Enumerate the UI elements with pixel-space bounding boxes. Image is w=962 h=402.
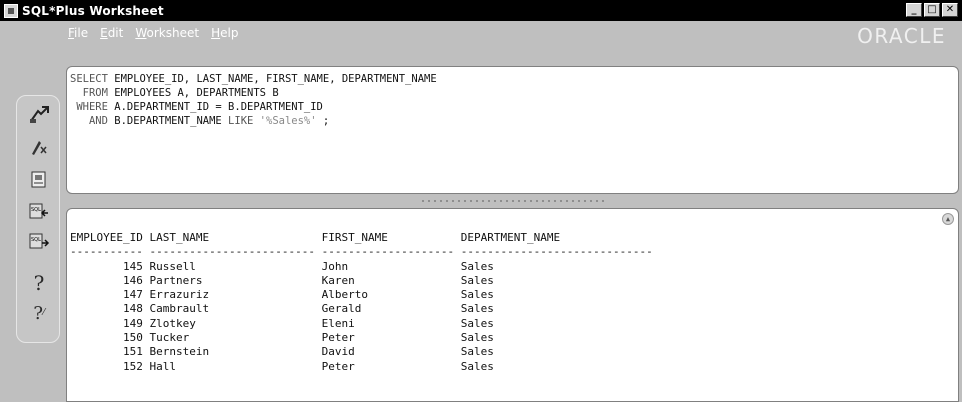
table-row: 145 Russell John Sales <box>70 259 494 273</box>
menu-edit[interactable]: Edit <box>100 26 123 44</box>
menu-worksheet[interactable]: Worksheet <box>135 26 199 44</box>
next-command-icon[interactable]: SQL <box>27 230 51 252</box>
maximize-button[interactable]: □ <box>924 3 940 17</box>
results-separator: ----------- ------------------------- --… <box>70 245 653 259</box>
menu-bar: File Edit Worksheet Help <box>68 26 238 44</box>
table-row: 148 Cambrault Gerald Sales <box>70 302 494 316</box>
menu-file[interactable]: File <box>68 26 88 44</box>
window-title: SQL*Plus Worksheet <box>22 3 164 18</box>
script-icon[interactable] <box>27 168 51 190</box>
results-pane[interactable]: ▲ EMPLOYEE_ID LAST_NAME FIRST_NAME DEPAR… <box>66 208 959 402</box>
table-row: 152 Hall Peter Sales <box>70 359 494 373</box>
execute-icon[interactable] <box>27 136 51 158</box>
table-row: 146 Partners Karen Sales <box>70 273 494 287</box>
app-icon <box>4 3 18 18</box>
minimize-button[interactable]: _ <box>906 3 922 17</box>
menu-help[interactable]: Help <box>211 26 238 44</box>
connect-icon[interactable] <box>27 104 51 126</box>
editor-line: AND B.DEPARTMENT_NAME LIKE '%Sales%' ; <box>88 115 330 127</box>
pane-splitter[interactable] <box>420 198 605 204</box>
table-row: 150 Tucker Peter Sales <box>70 331 494 345</box>
oracle-logo: ORACLE <box>857 24 946 48</box>
table-row: 149 Zlotkey Eleni Sales <box>70 316 494 330</box>
editor-line: WHERE A.DEPARTMENT_ID = B.DEPARTMENT_ID <box>76 101 323 113</box>
svg-text:SQL: SQL <box>31 207 41 213</box>
title-bar[interactable]: SQL*Plus Worksheet _ □ ✕ <box>0 0 962 21</box>
scroll-up-icon[interactable]: ▲ <box>942 213 954 225</box>
sql-editor[interactable]: SELECT EMPLOYEE_ID, LAST_NAME, FIRST_NAM… <box>66 66 959 194</box>
results-table: EMPLOYEE_ID LAST_NAME FIRST_NAME DEPARTM… <box>70 231 653 374</box>
table-row: 151 Bernstein David Sales <box>70 345 494 359</box>
help-icon[interactable]: ? <box>27 271 51 295</box>
sqlplus-window: SQL*Plus Worksheet _ □ ✕ File Edit Works… <box>0 0 962 402</box>
svg-text:SQL: SQL <box>31 237 41 243</box>
results-header: EMPLOYEE_ID LAST_NAME FIRST_NAME DEPARTM… <box>70 231 561 244</box>
editor-line: SELECT EMPLOYEE_ID, LAST_NAME, FIRST_NAM… <box>70 73 437 85</box>
close-button[interactable]: ✕ <box>942 3 958 17</box>
editor-line: FROM EMPLOYEES A, DEPARTMENTS B <box>82 87 279 99</box>
vertical-toolbar: SQL SQL ? ? ⁄ <box>16 95 60 343</box>
previous-command-icon[interactable]: SQL <box>27 200 51 222</box>
context-help-icon[interactable]: ? ⁄ <box>27 302 51 324</box>
table-row: 147 Errazuriz Alberto Sales <box>70 288 494 302</box>
